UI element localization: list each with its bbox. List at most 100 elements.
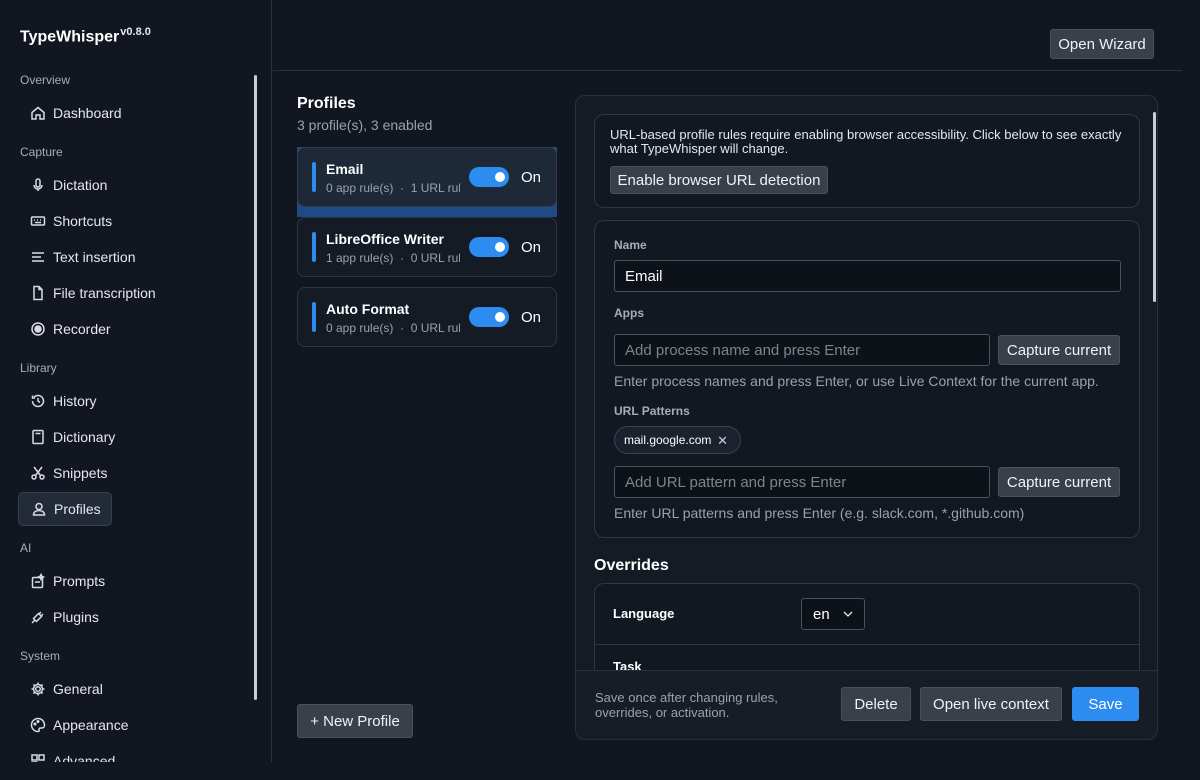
open-wizard-button[interactable]: Open Wizard: [1050, 29, 1154, 59]
profile-app-rules: 1 app rule(s): [326, 251, 394, 265]
record-icon: [30, 321, 46, 337]
profile-card-email[interactable]: Email 0 app rule(s) · 1 URL rule On: [297, 147, 557, 207]
capture-current-app-button[interactable]: Capture current: [998, 335, 1120, 365]
profile-meta: 0 app rule(s) · 1 URL rule: [326, 181, 460, 195]
delete-button[interactable]: Delete: [841, 687, 911, 721]
close-icon[interactable]: ✕: [717, 433, 728, 449]
apps-input[interactable]: Add process name and press Enter: [614, 334, 990, 366]
footer-hint: Save once after changing rules, override…: [595, 690, 778, 720]
apps-hint: Enter process names and press Enter, or …: [614, 373, 1099, 389]
sidebar-item-label: Shortcuts: [53, 213, 113, 229]
sidebar-item-label: File transcription: [53, 285, 156, 301]
sidebar-item-shortcuts[interactable]: Shortcuts: [18, 204, 258, 238]
chip-label: mail.google.com: [624, 433, 712, 447]
app-name: TypeWhisper: [20, 28, 120, 46]
sidebar-item-dictation[interactable]: Dictation: [18, 168, 258, 202]
sidebar-item-label: Recorder: [53, 321, 111, 337]
group-title-capture: Capture: [20, 145, 63, 159]
sliders-icon: [30, 753, 46, 762]
sidebar-item-file-transcription[interactable]: File transcription: [18, 276, 258, 310]
sidebar-item-snippets[interactable]: Snippets: [18, 456, 258, 490]
sidebar-item-text-insertion[interactable]: Text insertion: [18, 240, 258, 274]
profile-toggle[interactable]: [469, 167, 509, 187]
sidebar-item-recorder[interactable]: Recorder: [18, 312, 258, 346]
profile-accent-bar: [312, 162, 316, 192]
profile-name: Email: [326, 161, 364, 177]
history-icon: [30, 393, 46, 409]
group-title-overview: Overview: [20, 73, 71, 87]
editor-scrollbar[interactable]: [1153, 112, 1156, 302]
profiles-summary: 3 profile(s), 3 enabled: [297, 117, 433, 133]
topbar: Open Wizard: [273, 0, 1182, 71]
overrides-divider: [595, 644, 1139, 645]
toggle-label: On: [521, 239, 542, 256]
sidebar-item-dashboard[interactable]: Dashboard: [18, 96, 258, 130]
app-brand: TypeWhisperv0.8.0: [20, 26, 151, 46]
profile-meta: 0 app rule(s) · 0 URL rule: [326, 321, 460, 335]
palette-icon: [30, 717, 46, 733]
profile-card-auto-format[interactable]: Auto Format 0 app rule(s) · 0 URL rule O…: [297, 287, 557, 347]
name-input[interactable]: Email: [614, 260, 1121, 292]
microphone-icon: [30, 177, 46, 193]
open-live-context-button[interactable]: Open live context: [920, 687, 1062, 721]
sidebar-item-label: Advanced: [53, 753, 116, 762]
profile-accent-bar: [312, 232, 316, 262]
url-hint: Enter URL patterns and press Enter (e.g.…: [614, 505, 1025, 521]
editor-footer: Save once after changing rules, override…: [576, 670, 1157, 739]
save-button[interactable]: Save: [1072, 687, 1139, 721]
sidebar-item-plugins[interactable]: Plugins: [18, 600, 258, 634]
url-pattern-chip: mail.google.com ✕: [614, 426, 741, 454]
capture-current-url-button[interactable]: Capture current: [998, 467, 1120, 497]
profile-name: LibreOffice Writer: [326, 231, 444, 247]
sidebar-item-history[interactable]: History: [18, 384, 258, 418]
book-icon: [30, 429, 46, 445]
home-icon: [30, 105, 46, 121]
sidebar-item-label: Text insertion: [53, 249, 136, 265]
keyboard-icon: [30, 213, 46, 229]
plug-icon: [30, 609, 46, 625]
new-profile-button[interactable]: + New Profile: [297, 704, 413, 738]
toggle-label: On: [521, 169, 542, 186]
group-title-system: System: [20, 649, 61, 663]
profiles-title: Profiles: [297, 95, 356, 112]
sidebar-item-prompts[interactable]: Prompts: [18, 564, 258, 598]
url-pattern-input[interactable]: Add URL pattern and press Enter: [614, 466, 990, 498]
sparkle-icon: [30, 573, 46, 589]
profile-rules-card: Name Email Apps Add process name and pre…: [594, 220, 1140, 538]
enable-browser-url-detection-button[interactable]: Enable browser URL detection: [610, 166, 828, 194]
profile-url-rules: 1 URL rule: [410, 181, 460, 195]
language-value: en: [813, 605, 830, 623]
profile-toggle[interactable]: [469, 307, 509, 327]
profile-url-rules: 0 URL rule: [410, 251, 460, 265]
sidebar-item-label: Plugins: [53, 609, 99, 625]
sidebar-item-label: Dictation: [53, 177, 108, 193]
sidebar-item-profiles[interactable]: Profiles: [18, 492, 112, 526]
profile-accent-bar: [312, 302, 316, 332]
group-title-library: Library: [20, 361, 57, 375]
profile-toggle[interactable]: [469, 237, 509, 257]
apps-label: Apps: [614, 306, 644, 320]
chevron-down-icon: [843, 611, 853, 617]
file-icon: [30, 285, 46, 301]
text-lines-icon: [30, 249, 46, 265]
profile-url-rules: 0 URL rule: [410, 321, 460, 335]
overrides-title: Overrides: [594, 557, 669, 574]
group-title-ai: AI: [20, 541, 32, 555]
sidebar-item-appearance[interactable]: Appearance: [18, 708, 258, 742]
sidebar-item-label: Dictionary: [53, 429, 116, 445]
language-label: Language: [613, 606, 675, 621]
language-select[interactable]: en: [801, 598, 865, 630]
profile-editor: URL-based profile rules require enabling…: [575, 95, 1158, 740]
sidebar-scrollbar[interactable]: [254, 75, 257, 700]
sidebar-item-label: Appearance: [53, 717, 129, 733]
profile-app-rules: 0 app rule(s): [326, 181, 394, 195]
sidebar-item-label: Profiles: [54, 501, 101, 517]
sidebar-item-general[interactable]: General: [18, 672, 258, 706]
sidebar-item-advanced[interactable]: Advanced: [18, 744, 258, 762]
sidebar-item-dictionary[interactable]: Dictionary: [18, 420, 258, 454]
sidebar-item-label: History: [53, 393, 97, 409]
app-version: v0.8.0: [120, 26, 151, 38]
profile-card-libreoffice-writer[interactable]: LibreOffice Writer 1 app rule(s) · 0 URL…: [297, 217, 557, 277]
name-label: Name: [614, 238, 647, 252]
sidebar-item-label: General: [53, 681, 103, 697]
